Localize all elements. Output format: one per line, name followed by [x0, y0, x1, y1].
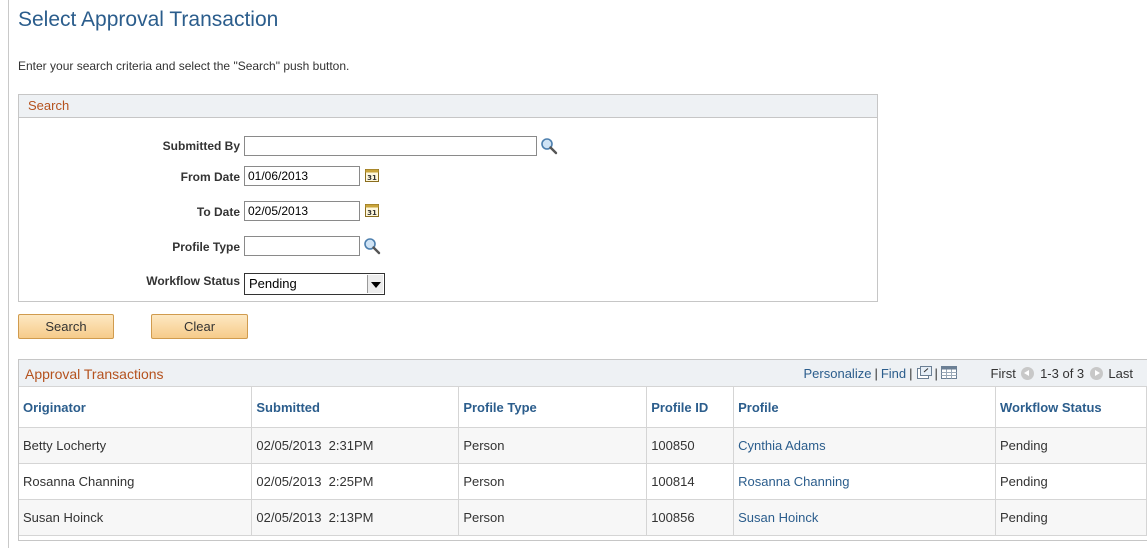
instructions-text: Enter your search criteria and select th…	[18, 59, 350, 73]
to-date-input[interactable]	[244, 201, 360, 221]
svg-text:31: 31	[367, 209, 377, 217]
spreadsheet-icon[interactable]	[940, 366, 957, 380]
workflow-status-cell: Pending	[995, 463, 1147, 500]
submitted-cell: 02/05/2013 2:25PM	[251, 463, 460, 500]
last-page-label: Last	[1108, 366, 1133, 381]
workflow-status-select[interactable]: Pending	[244, 273, 385, 295]
column-header-workflow-status[interactable]: Workflow Status	[995, 387, 1147, 428]
grid-header-bar: Approval Transactions Personalize | Find | |…	[19, 360, 1147, 387]
to-date-label: To Date	[196, 205, 240, 219]
new-window-icon[interactable]	[916, 366, 932, 380]
profile-link[interactable]: Rosanna Channing	[733, 463, 997, 500]
profile-type-cell: Person	[458, 427, 648, 464]
search-group-header: Search	[19, 95, 877, 118]
next-page-icon[interactable]	[1089, 367, 1103, 380]
chevron-down-icon[interactable]	[367, 275, 383, 293]
profile-link[interactable]: Susan Hoinck	[733, 499, 997, 536]
column-header-originator[interactable]: Originator	[19, 387, 253, 428]
approval-transactions-grid: Approval Transactions Personalize | Find | |…	[18, 359, 1147, 541]
search-group-box: Search Submitted By From Date 31 To Date…	[18, 94, 878, 302]
workflow-status-cell: Pending	[995, 427, 1147, 464]
from-date-label: From Date	[180, 170, 240, 184]
table-row: Rosanna Channing 02/05/2013 2:25PM Perso…	[19, 463, 1147, 500]
find-link[interactable]: Find	[881, 366, 906, 381]
column-header-profile-type[interactable]: Profile Type	[458, 387, 648, 428]
previous-page-icon[interactable]	[1021, 367, 1035, 380]
page-left-border	[8, 0, 9, 548]
originator-cell: Susan Hoinck	[19, 499, 253, 536]
column-header-profile-id[interactable]: Profile ID	[646, 387, 735, 428]
profile-type-cell: Person	[458, 463, 648, 500]
personalize-link[interactable]: Personalize	[804, 366, 872, 381]
profile-type-lookup-icon[interactable]	[363, 237, 381, 255]
submitted-by-lookup-icon[interactable]	[540, 137, 558, 155]
clear-button[interactable]: Clear	[151, 314, 248, 339]
profile-id-cell: 100856	[646, 499, 735, 536]
submitted-cell: 02/05/2013 2:13PM	[251, 499, 460, 536]
workflow-status-selected-value: Pending	[249, 276, 297, 291]
profile-id-cell: 100850	[646, 427, 735, 464]
to-date-calendar-icon[interactable]: 31	[364, 202, 382, 220]
grid-title: Approval Transactions	[25, 366, 164, 382]
column-header-profile[interactable]: Profile	[733, 387, 997, 428]
svg-text:31: 31	[367, 174, 377, 182]
workflow-status-label: Workflow Status	[146, 274, 240, 288]
workflow-status-cell: Pending	[995, 499, 1147, 536]
from-date-calendar-icon[interactable]: 31	[364, 167, 382, 185]
profile-link[interactable]: Cynthia Adams	[733, 427, 997, 464]
first-page-label: First	[990, 366, 1016, 381]
profile-type-label: Profile Type	[172, 240, 240, 254]
toolbar-separator: |	[874, 366, 878, 381]
page-range-text: 1-3 of 3	[1040, 366, 1085, 381]
profile-type-cell: Person	[458, 499, 648, 536]
submitted-by-label: Submitted By	[162, 139, 240, 153]
grid-toolbar: Personalize | Find | | First 1-3 of 3 Last	[804, 366, 1133, 381]
profile-id-cell: 100814	[646, 463, 735, 500]
column-header-submitted[interactable]: Submitted	[251, 387, 460, 428]
toolbar-separator: |	[934, 366, 938, 381]
originator-cell: Betty Locherty	[19, 427, 253, 464]
submitted-cell: 02/05/2013 2:31PM	[251, 427, 460, 464]
table-row: Betty Locherty 02/05/2013 2:31PM Person …	[19, 427, 1147, 464]
originator-cell: Rosanna Channing	[19, 463, 253, 500]
submitted-by-input[interactable]	[244, 136, 537, 156]
transactions-table: Originator Submitted Profile Type Profil…	[19, 387, 1147, 536]
toolbar-separator: |	[909, 366, 913, 381]
table-header-row: Originator Submitted Profile Type Profil…	[19, 387, 1147, 428]
page-title: Select Approval Transaction	[18, 8, 279, 31]
profile-type-input[interactable]	[244, 236, 360, 256]
table-row: Susan Hoinck 02/05/2013 2:13PM Person 10…	[19, 499, 1147, 536]
from-date-input[interactable]	[244, 166, 360, 186]
search-button[interactable]: Search	[18, 314, 114, 339]
